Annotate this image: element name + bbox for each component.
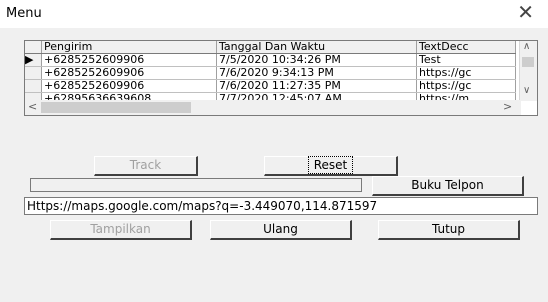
title-bar: Menu ✕ [0,0,548,28]
track-button-label: Track [129,158,162,172]
vertical-scrollbar[interactable]: ∧ ∨ [519,41,537,101]
current-row-pointer-icon[interactable]: ▶ [25,53,42,67]
table-row[interactable]: ▶ +6285252609906 7/5/2020 10:34:26 PM Test [25,53,516,67]
scroll-up-icon[interactable]: ∧ [523,41,530,52]
track-button[interactable]: Track [94,156,198,176]
tampilkan-button[interactable]: Tampilkan [50,220,192,240]
cell-textdecc[interactable]: Test [416,53,516,67]
column-header-textdecc[interactable]: TextDecc [416,41,516,54]
buku-telpon-button-label: Buku Telpon [411,178,484,192]
row-header[interactable] [25,66,42,80]
url-field-value: Https://maps.google.com/maps?q=-3.449070… [27,199,378,213]
vertical-scroll-thumb[interactable] [522,57,534,67]
sms-data-grid[interactable]: Pengirim Tanggal Dan Waktu TextDecc ▶ +62… [24,40,538,116]
cell-tanggal[interactable]: 7/6/2020 9:34:13 PM [216,66,417,80]
cell-pengirim[interactable]: +6285252609906 [41,79,217,93]
cell-textdecc[interactable]: https://gc [416,79,516,93]
column-header-pengirim[interactable]: Pengirim [41,41,217,54]
ulang-button[interactable]: Ulang [210,220,352,240]
close-icon[interactable]: ✕ [517,2,534,22]
table-header-row: Pengirim Tanggal Dan Waktu TextDecc [25,41,516,54]
reset-button-label: Reset [307,156,354,174]
table-row[interactable]: +6285252609906 7/6/2020 9:34:13 PM https:/… [25,66,516,80]
cell-pengirim[interactable]: +6285252609906 [41,53,217,67]
window-title: Menu [6,6,42,21]
row-header[interactable] [25,79,42,93]
progress-field [30,178,362,192]
column-header-tanggal[interactable]: Tanggal Dan Waktu [216,41,417,54]
cell-pengirim[interactable]: +6285252609906 [41,66,217,80]
scroll-right-icon[interactable]: > [503,100,512,113]
table-row[interactable]: +6285252609906 7/6/2020 11:27:35 PM https:… [25,79,516,93]
row-header-corner [25,41,42,54]
buku-telpon-button[interactable]: Buku Telpon [372,176,524,196]
horizontal-scroll-thumb[interactable] [41,102,191,113]
ulang-button-label: Ulang [263,222,298,236]
tutup-button-label: Tutup [431,222,466,236]
tutup-button[interactable]: Tutup [378,220,520,240]
horizontal-scrollbar[interactable]: < > [25,100,521,115]
scroll-left-icon[interactable]: < [28,100,37,113]
tampilkan-button-label: Tampilkan [90,222,151,236]
cell-textdecc[interactable]: https://gc [416,66,516,80]
cell-tanggal[interactable]: 7/6/2020 11:27:35 PM [216,79,417,93]
cell-tanggal[interactable]: 7/5/2020 10:34:26 PM [216,53,417,67]
scroll-down-icon[interactable]: ∨ [523,85,530,96]
url-field[interactable]: Https://maps.google.com/maps?q=-3.449070… [24,197,538,215]
reset-button[interactable]: Reset [264,156,398,176]
